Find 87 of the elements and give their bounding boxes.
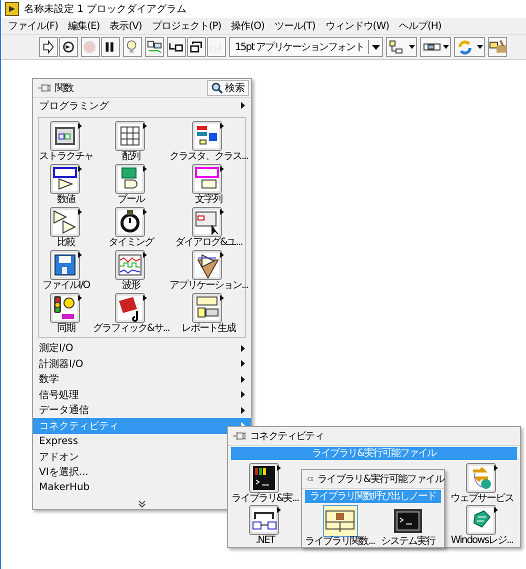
toolbar-icon bbox=[489, 39, 506, 55]
palette-icon[interactable] bbox=[114, 292, 148, 322]
toolbar-button[interactable] bbox=[187, 37, 206, 57]
menu-item[interactable]: ヘルプ(H) bbox=[394, 19, 446, 33]
icon-label: ストラクチャ bbox=[39, 150, 93, 162]
menu-item[interactable]: ウィンドウ(W) bbox=[320, 19, 394, 33]
menu-item[interactable]: 表示(V) bbox=[104, 19, 147, 33]
palette-icon[interactable] bbox=[192, 206, 226, 236]
palette-icon[interactable] bbox=[248, 463, 282, 493]
pin-icon[interactable] bbox=[37, 81, 51, 95]
palette-category[interactable]: プログラミング bbox=[33, 98, 251, 114]
toolbar-button[interactable] bbox=[39, 37, 58, 57]
palette-icon[interactable] bbox=[50, 120, 82, 150]
icon-label: 文字列 bbox=[195, 194, 222, 206]
palette-icon[interactable] bbox=[192, 292, 226, 322]
toolbar-button[interactable] bbox=[101, 37, 120, 57]
expand-icon[interactable] bbox=[138, 500, 146, 508]
palette-icon[interactable] bbox=[466, 505, 498, 535]
toolbar-button[interactable] bbox=[488, 37, 508, 57]
toolbar-icon bbox=[388, 39, 416, 55]
palette-icon[interactable] bbox=[192, 120, 226, 150]
palette-category[interactable]: 数学 bbox=[33, 372, 251, 387]
palette-icon[interactable] bbox=[192, 250, 226, 280]
icon-label: ウェブサービス bbox=[450, 493, 514, 505]
icon-label: グラフィック&サ... bbox=[93, 322, 170, 334]
font-dropdown[interactable]: 15pt アプリケーションフォント bbox=[229, 37, 384, 57]
palette-icon[interactable] bbox=[324, 506, 356, 536]
dropdown-arrow-icon bbox=[372, 44, 380, 50]
icon-label: 配列 bbox=[122, 150, 140, 162]
palette-icon[interactable] bbox=[392, 506, 424, 536]
icon-label: 同期 bbox=[57, 322, 75, 334]
palette-title: ライブラリ&実行可能ファイル bbox=[317, 472, 444, 486]
icon-tile[interactable]: ライブラリ関数... bbox=[305, 506, 375, 548]
window-title: 名称未設定 1 ブロックダイアグラム bbox=[24, 2, 187, 16]
palette-icon[interactable] bbox=[50, 292, 82, 322]
toolbar-icon bbox=[60, 39, 77, 55]
icon-label: .NET bbox=[255, 535, 275, 547]
search-icon bbox=[211, 82, 223, 94]
palette-icon[interactable] bbox=[114, 250, 148, 280]
palette-icon[interactable] bbox=[50, 250, 82, 280]
toolbar-button[interactable] bbox=[59, 37, 78, 57]
palette-icon[interactable] bbox=[114, 206, 148, 236]
icon-label: レポート生成 bbox=[182, 322, 236, 334]
palette-icon[interactable] bbox=[50, 206, 82, 236]
palette-category[interactable]: データ通信 bbox=[33, 402, 251, 418]
toolbar-icon bbox=[456, 39, 484, 55]
toolbar-icon bbox=[146, 39, 163, 55]
toolbar-menu-button[interactable] bbox=[420, 37, 452, 57]
palette-title: 関数 bbox=[55, 82, 74, 95]
icon-label: 数値 bbox=[57, 194, 75, 206]
icon-label: タイミング bbox=[108, 236, 154, 248]
icon-label: ダイアログ&ユ... bbox=[174, 236, 242, 248]
palette-icon[interactable] bbox=[50, 164, 82, 194]
icon-label: 比較 bbox=[57, 236, 75, 248]
menu-item[interactable]: プロジェクト(P) bbox=[146, 19, 226, 33]
palette-icon[interactable] bbox=[114, 164, 148, 194]
toolbar-menu-button[interactable] bbox=[386, 37, 418, 57]
icon-label: ブール bbox=[118, 194, 145, 206]
palette-category[interactable]: 測定I/O bbox=[33, 340, 251, 356]
icon-label: アプリケーション... bbox=[169, 280, 248, 292]
icon-label: ライブラリ関数... bbox=[305, 536, 375, 548]
palette-title: コネクティビティ bbox=[250, 430, 325, 443]
menu-item[interactable]: ツール(T) bbox=[269, 19, 320, 33]
pin-icon[interactable] bbox=[232, 429, 246, 443]
toolbar-button[interactable] bbox=[145, 37, 164, 57]
menu-item[interactable]: 操作(O) bbox=[226, 19, 270, 33]
menu-item[interactable]: 編集(E) bbox=[63, 19, 105, 33]
palette-category[interactable]: 信号処理 bbox=[33, 387, 251, 402]
palette-icon[interactable] bbox=[114, 120, 148, 150]
toolbar-button[interactable] bbox=[167, 37, 186, 57]
icon-label: ファイルI/O bbox=[42, 280, 90, 292]
icon-tile[interactable]: システム実行 bbox=[375, 506, 441, 548]
search-button[interactable]: 検索 bbox=[207, 80, 249, 96]
palette-icon[interactable] bbox=[192, 164, 226, 194]
palette-subtitle: ライブラリ関数呼び出しノード bbox=[305, 490, 441, 503]
icon-label: システム実行 bbox=[381, 536, 435, 548]
menu-item[interactable]: ファイル(F) bbox=[3, 19, 64, 33]
palette-subtitle: ライブラリ&実行可能ファイル bbox=[231, 447, 517, 460]
app-icon bbox=[5, 2, 19, 16]
icon-label: 波形 bbox=[122, 280, 140, 292]
palette-category[interactable]: 計測器I/O bbox=[33, 356, 251, 372]
palette-icon[interactable] bbox=[248, 505, 282, 535]
submenu-arrow-icon bbox=[241, 102, 245, 110]
icon-label: クラスタ、クラス... bbox=[169, 150, 248, 162]
icon-label: Windowsレジ... bbox=[450, 535, 514, 547]
toolbar-icon bbox=[188, 39, 205, 55]
icon-label: ライブラリ&実... bbox=[231, 493, 299, 505]
